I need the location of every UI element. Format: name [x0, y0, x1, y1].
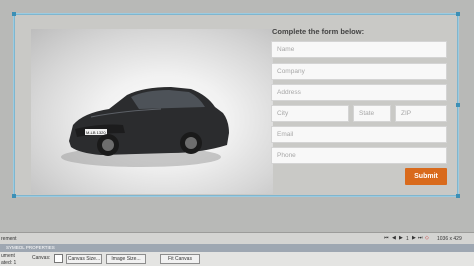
play-icon[interactable]: ▶ [399, 235, 403, 241]
image-size-button[interactable]: Image Size... [106, 254, 146, 264]
email-field[interactable]: Email [271, 126, 447, 143]
selection-handle-br[interactable] [456, 194, 460, 198]
design-canvas[interactable]: M-LB 1320 Complete the form below: Name … [12, 12, 460, 198]
status-left-label: rement [1, 236, 17, 242]
selection-handle-tl[interactable] [12, 12, 16, 16]
car-image: M-LB 1320 [31, 29, 273, 194]
first-page-icon[interactable]: ⏮ [384, 235, 389, 241]
state-field[interactable]: State [353, 105, 391, 122]
panel-side-label-1: ument [1, 253, 15, 259]
stop-icon[interactable]: ◇ [425, 235, 429, 241]
page-number: 1 [406, 236, 409, 242]
canvas-size-button[interactable]: Canvas Size... [66, 254, 102, 264]
properties-panel: ument ated: 1 Canvas: Canvas Size... Ima… [0, 252, 474, 266]
properties-panel-header: SYMBOL PROPERTIES [0, 244, 474, 252]
prev-page-icon[interactable]: ◀ [392, 235, 396, 241]
form-title: Complete the form below: [272, 27, 365, 36]
canvas-dimensions: 1036 x 429 [437, 236, 462, 242]
last-page-icon[interactable]: ⏭ [418, 235, 423, 241]
panel-side-label-2: ated: 1 [1, 260, 17, 266]
city-field[interactable]: City [271, 105, 349, 122]
name-field[interactable]: Name [271, 41, 447, 58]
canvas-label: Canvas: [32, 255, 51, 261]
panel-title: SYMBOL PROPERTIES [6, 245, 55, 250]
selection-handle-bl[interactable] [12, 194, 16, 198]
zip-field[interactable]: ZIP [395, 105, 447, 122]
selection-handle-mr[interactable] [456, 103, 460, 107]
submit-button[interactable]: Submit [405, 168, 447, 185]
phone-field[interactable]: Phone [271, 147, 447, 164]
car-illustration: M-LB 1320 [61, 87, 229, 167]
address-field[interactable]: Address [271, 84, 447, 101]
license-plate: M-LB 1320 [86, 130, 106, 135]
company-field[interactable]: Company [271, 63, 447, 80]
next-page-icon[interactable]: ▶ [412, 235, 416, 241]
selection-handle-tr[interactable] [456, 12, 460, 16]
fit-canvas-button[interactable]: Fit Canvas [160, 254, 200, 264]
canvas-color-swatch[interactable] [54, 254, 63, 263]
